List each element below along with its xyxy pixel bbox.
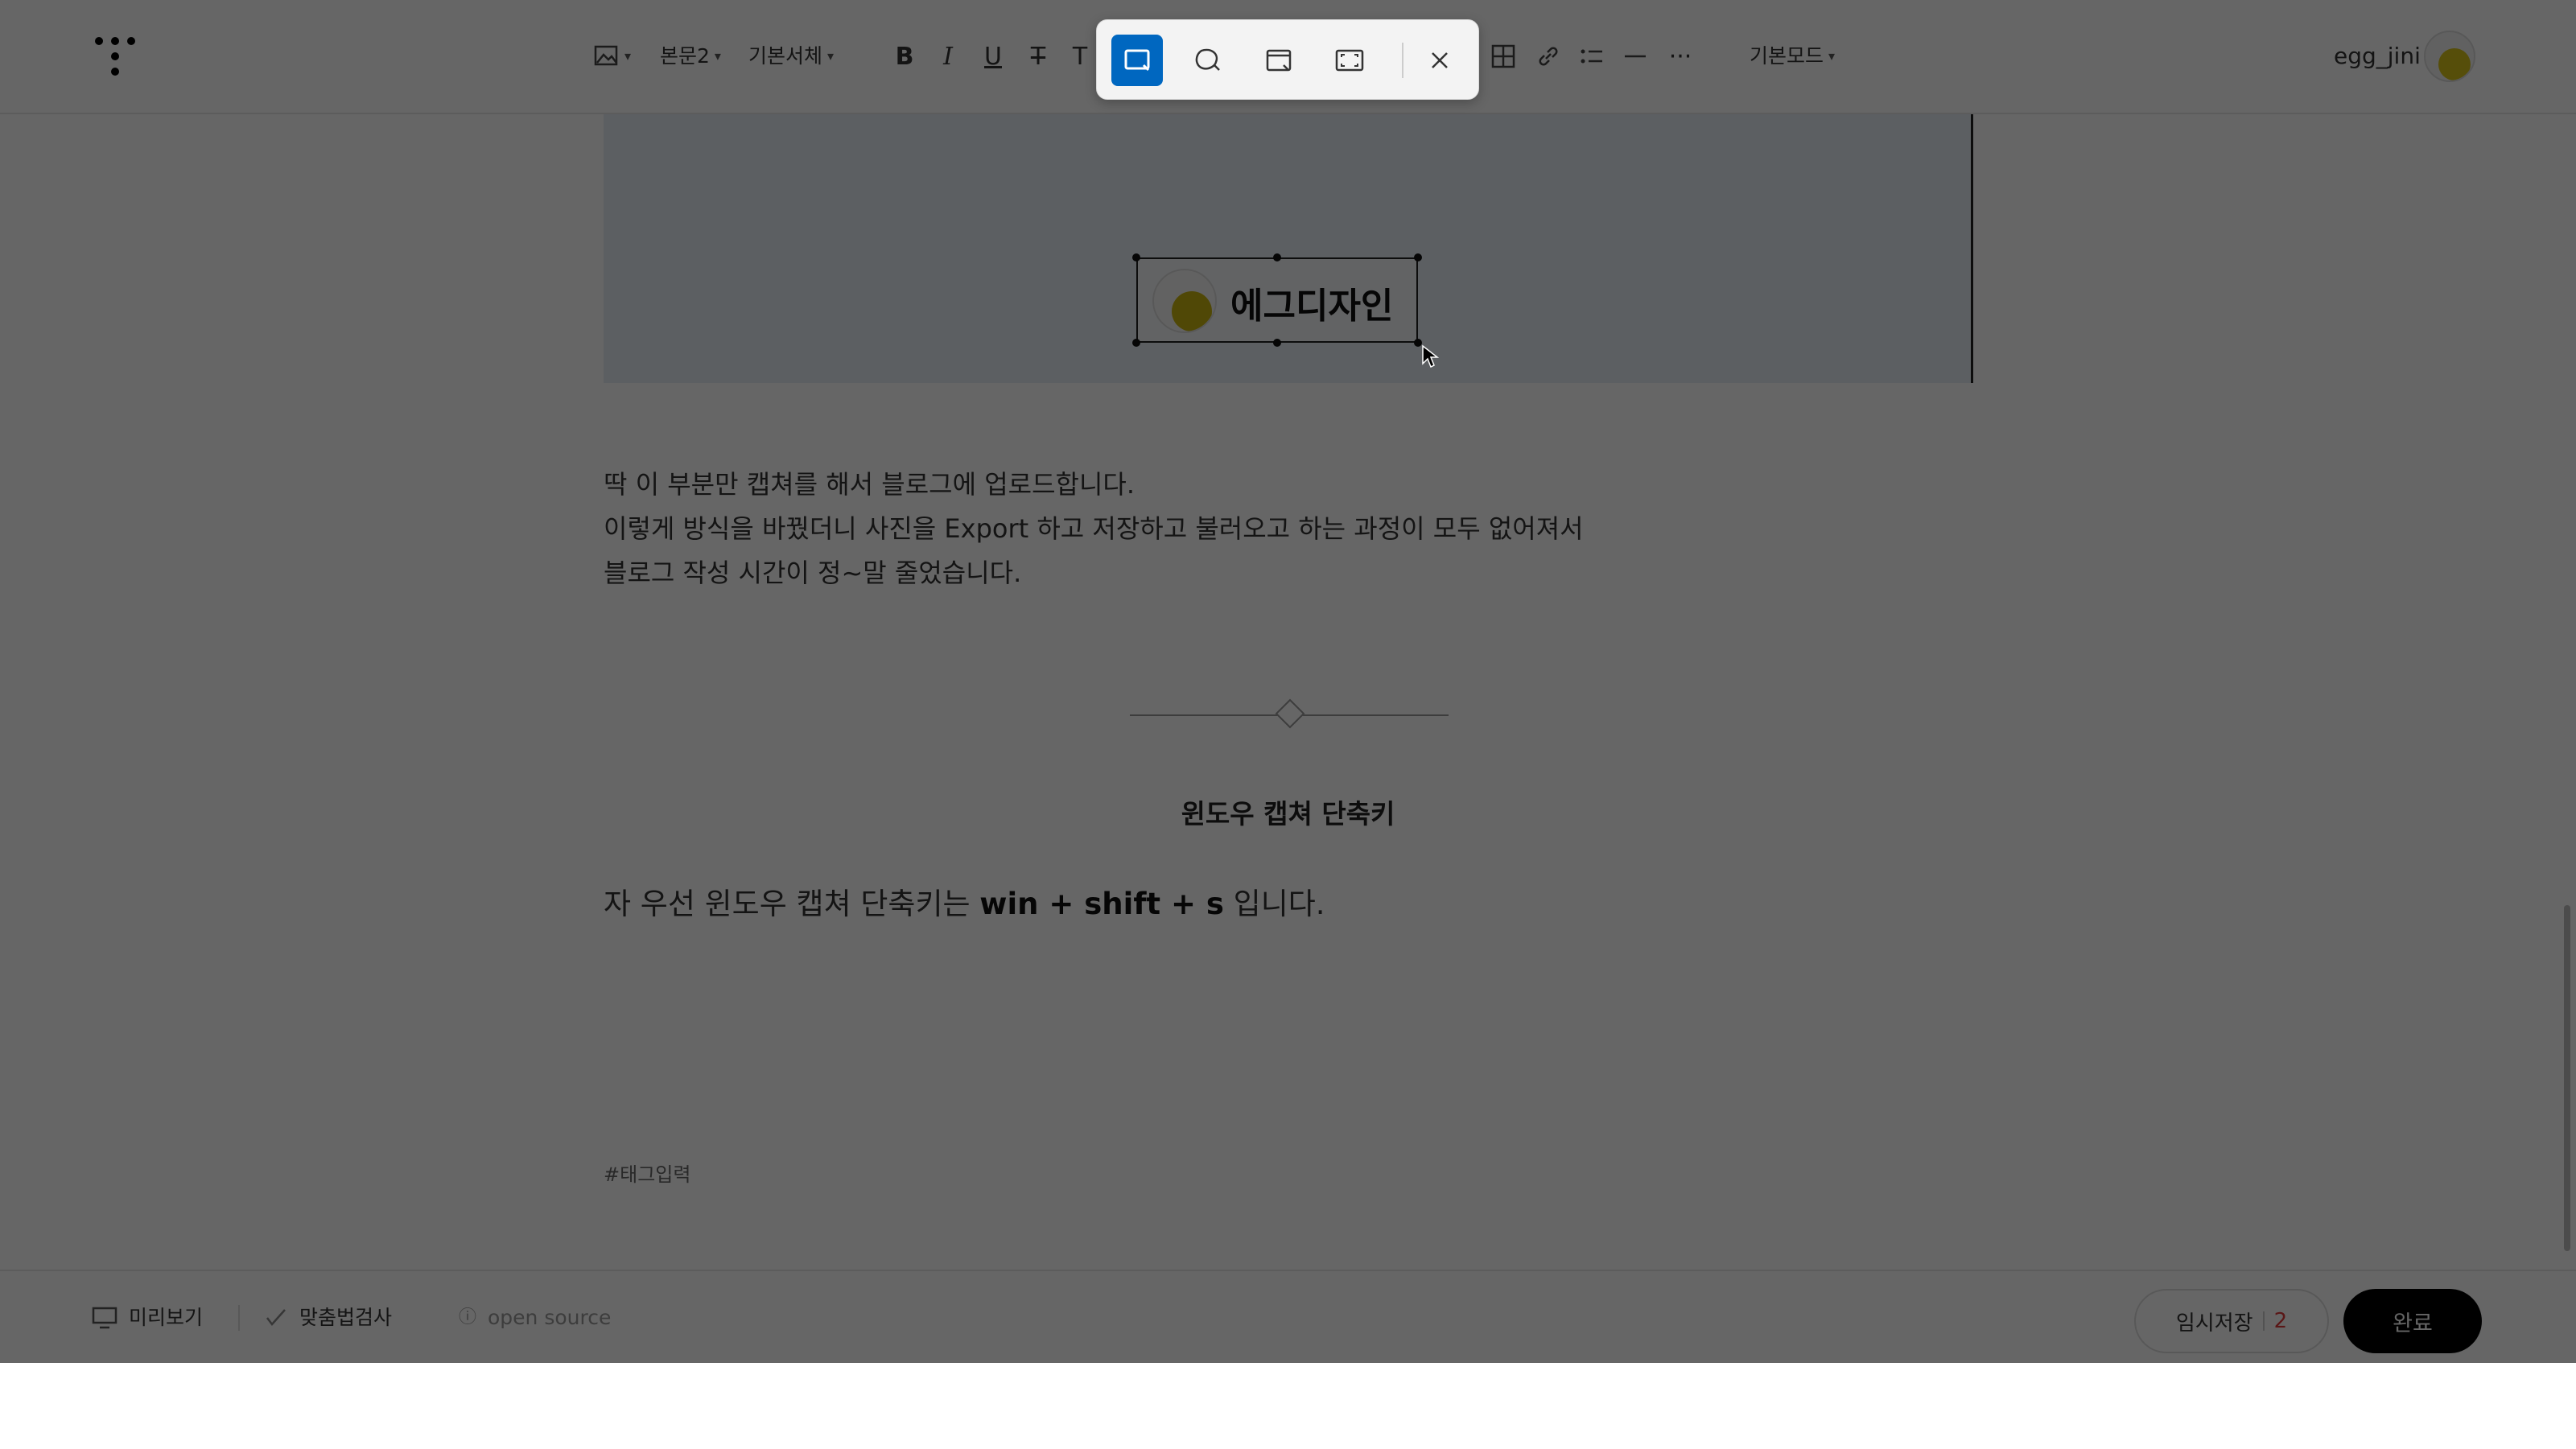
text-color-icon[interactable]: T: [1062, 39, 1098, 74]
bottom-toolbar: 미리보기 맞춤법검사 ⓘ open source 임시저장 2 완료: [0, 1270, 2576, 1363]
font-family-select[interactable]: 기본서체 ▾: [748, 40, 834, 72]
resize-handle[interactable]: [1414, 253, 1422, 261]
paragraph-style-select[interactable]: 본문2 ▾: [660, 40, 721, 72]
preview-label: 미리보기: [129, 1306, 204, 1329]
resize-handle[interactable]: [1273, 339, 1281, 347]
captured-snippet[interactable]: 에그디자인: [1136, 257, 1418, 343]
open-source-link[interactable]: ⓘ open source: [459, 1302, 611, 1334]
tistory-logo[interactable]: [93, 35, 138, 77]
image-icon: [594, 45, 618, 66]
mouse-cursor-icon: [1422, 344, 1439, 368]
open-source-label: open source: [488, 1306, 612, 1329]
underline-icon[interactable]: U: [975, 39, 1011, 74]
close-icon[interactable]: [1414, 35, 1465, 86]
section-divider: [1130, 698, 1449, 729]
list-icon[interactable]: [1574, 39, 1609, 74]
strikethrough-icon[interactable]: T: [1020, 39, 1056, 74]
para-suffix: 입니다.: [1223, 887, 1325, 921]
body-line[interactable]: 블로그 작성 시간이 정~말 줄었습니다.: [604, 551, 1021, 595]
temp-save-label: 임시저장: [2175, 1311, 2253, 1336]
table-icon[interactable]: [1486, 39, 1521, 74]
hr-icon[interactable]: [1618, 39, 1653, 74]
paragraph-style-label: 본문2: [660, 44, 710, 68]
editor-mode-select[interactable]: 기본모드 ▾: [1750, 40, 1835, 72]
fullscreen-snip-icon[interactable]: [1324, 35, 1375, 86]
open-source-icon: ⓘ: [459, 1307, 477, 1328]
chevron-down-icon: ▾: [1828, 48, 1836, 64]
spellcheck-icon: [266, 1309, 286, 1326]
bold-icon[interactable]: B: [887, 39, 922, 74]
resize-handle[interactable]: [1132, 253, 1140, 261]
scrollbar[interactable]: [2564, 905, 2570, 1251]
chevron-down-icon: ▾: [714, 48, 721, 64]
resize-handle[interactable]: [1273, 253, 1281, 261]
temp-save-button[interactable]: 임시저장 2: [2134, 1289, 2329, 1353]
body-line[interactable]: 이렇게 방식을 바꿨더니 사진을 Export 하고 저장하고 불러오고 하는 …: [604, 507, 1584, 551]
egg-logo-icon: [1152, 269, 1217, 333]
body-paragraph[interactable]: 자 우선 윈도우 캡쳐 단축키는 win + shift + s 입니다.: [604, 879, 1325, 923]
shortcut-keys: win + shift + s: [979, 887, 1224, 921]
font-family-label: 기본서체: [748, 44, 823, 68]
tag-input[interactable]: #태그입력: [604, 1159, 690, 1187]
chevron-down-icon: ▾: [827, 48, 835, 64]
publish-button[interactable]: 완료: [2343, 1289, 2482, 1353]
spellcheck-button[interactable]: 맞춤법검사: [264, 1302, 392, 1334]
avatar[interactable]: [2424, 31, 2475, 82]
editor-mode-label: 기본모드: [1750, 44, 1824, 68]
body-line[interactable]: 딱 이 부분만 캡쳐를 해서 블로그에 업로드합니다.: [604, 463, 1135, 507]
para-prefix: 자 우선 윈도우 캡쳐 단축키는: [604, 887, 980, 921]
rectangle-snip-icon[interactable]: [1111, 35, 1163, 86]
snippet-brand-text: 에그디자인: [1230, 286, 1394, 327]
section-heading[interactable]: 윈도우 캡쳐 단축키: [0, 792, 2576, 831]
monitor-icon: [92, 1307, 117, 1329]
window-snip-icon[interactable]: [1253, 35, 1304, 86]
temp-save-count[interactable]: 2: [2274, 1309, 2288, 1333]
editor-app: ▾ 본문2 ▾ 기본서체 ▾ B I U T T ··· 기본모드 ▾ egg_…: [0, 0, 2576, 1363]
username[interactable]: egg_jini: [2334, 40, 2421, 72]
chevron-down-icon: ▾: [624, 48, 632, 64]
freeform-snip-icon[interactable]: [1182, 35, 1234, 86]
spellcheck-label: 맞춤법검사: [299, 1306, 393, 1329]
resize-handle[interactable]: [1132, 339, 1140, 347]
snip-toolbar: [1096, 19, 1479, 100]
insert-image-menu[interactable]: ▾: [594, 40, 631, 72]
link-icon[interactable]: [1531, 39, 1566, 74]
preview-button[interactable]: 미리보기: [92, 1302, 203, 1334]
italic-icon[interactable]: I: [930, 39, 966, 74]
more-icon[interactable]: ···: [1663, 39, 1698, 74]
